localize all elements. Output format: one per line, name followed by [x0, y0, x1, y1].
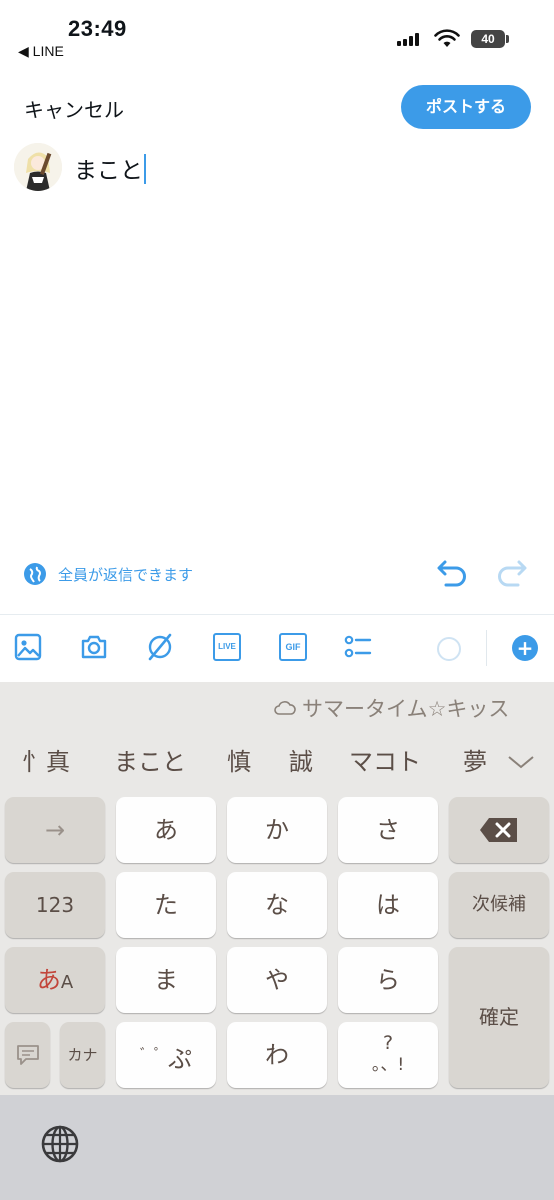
- gif-icon[interactable]: GIF: [279, 633, 307, 661]
- cellular-signal-icon: [397, 32, 425, 46]
- post-button[interactable]: ポストする: [401, 85, 531, 129]
- live-icon[interactable]: LIVE: [213, 633, 241, 661]
- dakuten-key[interactable]: ゛゜ぷ: [116, 1022, 216, 1088]
- character-count-ring: [437, 637, 461, 661]
- wifi-icon: [434, 29, 460, 47]
- status-time: 23:49: [68, 16, 127, 41]
- key-ta[interactable]: た: [116, 872, 216, 938]
- key-na[interactable]: な: [227, 872, 327, 938]
- avatar-illustration: [14, 143, 62, 191]
- key-a[interactable]: あ: [116, 797, 216, 863]
- predictive-suggestion[interactable]: サマータイム☆キッス: [274, 693, 509, 723]
- dakuten-marks: ゛゜: [140, 1047, 168, 1063]
- image-icon[interactable]: [14, 633, 42, 661]
- key-wa[interactable]: わ: [227, 1022, 327, 1088]
- compose-text-area[interactable]: まこと: [74, 151, 146, 185]
- key-ya[interactable]: や: [227, 947, 327, 1013]
- undo-icon[interactable]: [436, 558, 470, 588]
- key-ma[interactable]: ま: [116, 947, 216, 1013]
- backspace-icon: [480, 818, 517, 842]
- reply-settings-button[interactable]: 全員が返信できます: [24, 562, 193, 586]
- key-ha[interactable]: は: [338, 872, 438, 938]
- key-sa[interactable]: さ: [338, 797, 438, 863]
- candidate[interactable]: 忄真: [22, 742, 70, 777]
- toolbar-separator: [486, 630, 487, 666]
- key-ka[interactable]: か: [227, 797, 327, 863]
- redo-icon[interactable]: [494, 558, 528, 588]
- keyboard-bottom-bar: [0, 1095, 554, 1200]
- globe-icon[interactable]: [40, 1124, 80, 1164]
- toolbar-divider: [0, 614, 554, 615]
- battery-icon: 40: [471, 30, 505, 48]
- add-thread-button[interactable]: +: [512, 635, 538, 661]
- confirm-key[interactable]: 確定: [449, 947, 549, 1088]
- punct-marks: 。、!: [371, 1055, 405, 1075]
- grok-icon[interactable]: [146, 633, 174, 661]
- kana-key[interactable]: カナ: [60, 1022, 105, 1088]
- input-mode-kana: あ: [36, 966, 61, 994]
- input-mode-alpha: A: [60, 972, 74, 993]
- back-to-app-link[interactable]: ◀ LINE: [18, 43, 64, 60]
- suggestion-text: サマータイム☆キッス: [302, 697, 510, 721]
- punct-question: ?: [382, 1032, 394, 1054]
- cancel-button[interactable]: キャンセル: [24, 94, 124, 123]
- avatar[interactable]: [14, 143, 62, 191]
- camera-icon[interactable]: [80, 633, 108, 661]
- candidate-bar: 忄真 まこと 慎 誠 マコト 夢: [0, 742, 554, 784]
- next-candidate-key[interactable]: 次候補: [449, 872, 549, 938]
- speech-bubble-icon: [16, 1045, 39, 1065]
- battery-nub: [506, 35, 509, 43]
- poll-icon[interactable]: [344, 633, 372, 661]
- delete-key[interactable]: [449, 797, 549, 863]
- reply-settings-label: 全員が返信できます: [58, 565, 194, 584]
- candidate[interactable]: 誠: [289, 742, 313, 777]
- numbers-key[interactable]: 123: [5, 872, 105, 938]
- input-mode-key[interactable]: あA: [5, 947, 105, 1013]
- compose-text: まこと: [74, 158, 143, 184]
- punctuation-key[interactable]: ? 。、!: [338, 1022, 438, 1088]
- cursor-right-key[interactable]: →: [5, 797, 105, 863]
- dakuten-char: ぷ: [168, 1045, 192, 1073]
- key-ra[interactable]: ら: [338, 947, 438, 1013]
- candidate[interactable]: 慎: [227, 742, 251, 777]
- candidate[interactable]: 夢: [463, 742, 487, 777]
- globe-icon: [24, 563, 46, 585]
- cloud-icon: [274, 701, 296, 715]
- candidate[interactable]: マコト: [349, 742, 421, 777]
- text-caret: [144, 154, 146, 184]
- chevron-down-icon[interactable]: [507, 754, 535, 770]
- candidate[interactable]: まこと: [114, 742, 186, 777]
- emoji-key[interactable]: [5, 1022, 50, 1088]
